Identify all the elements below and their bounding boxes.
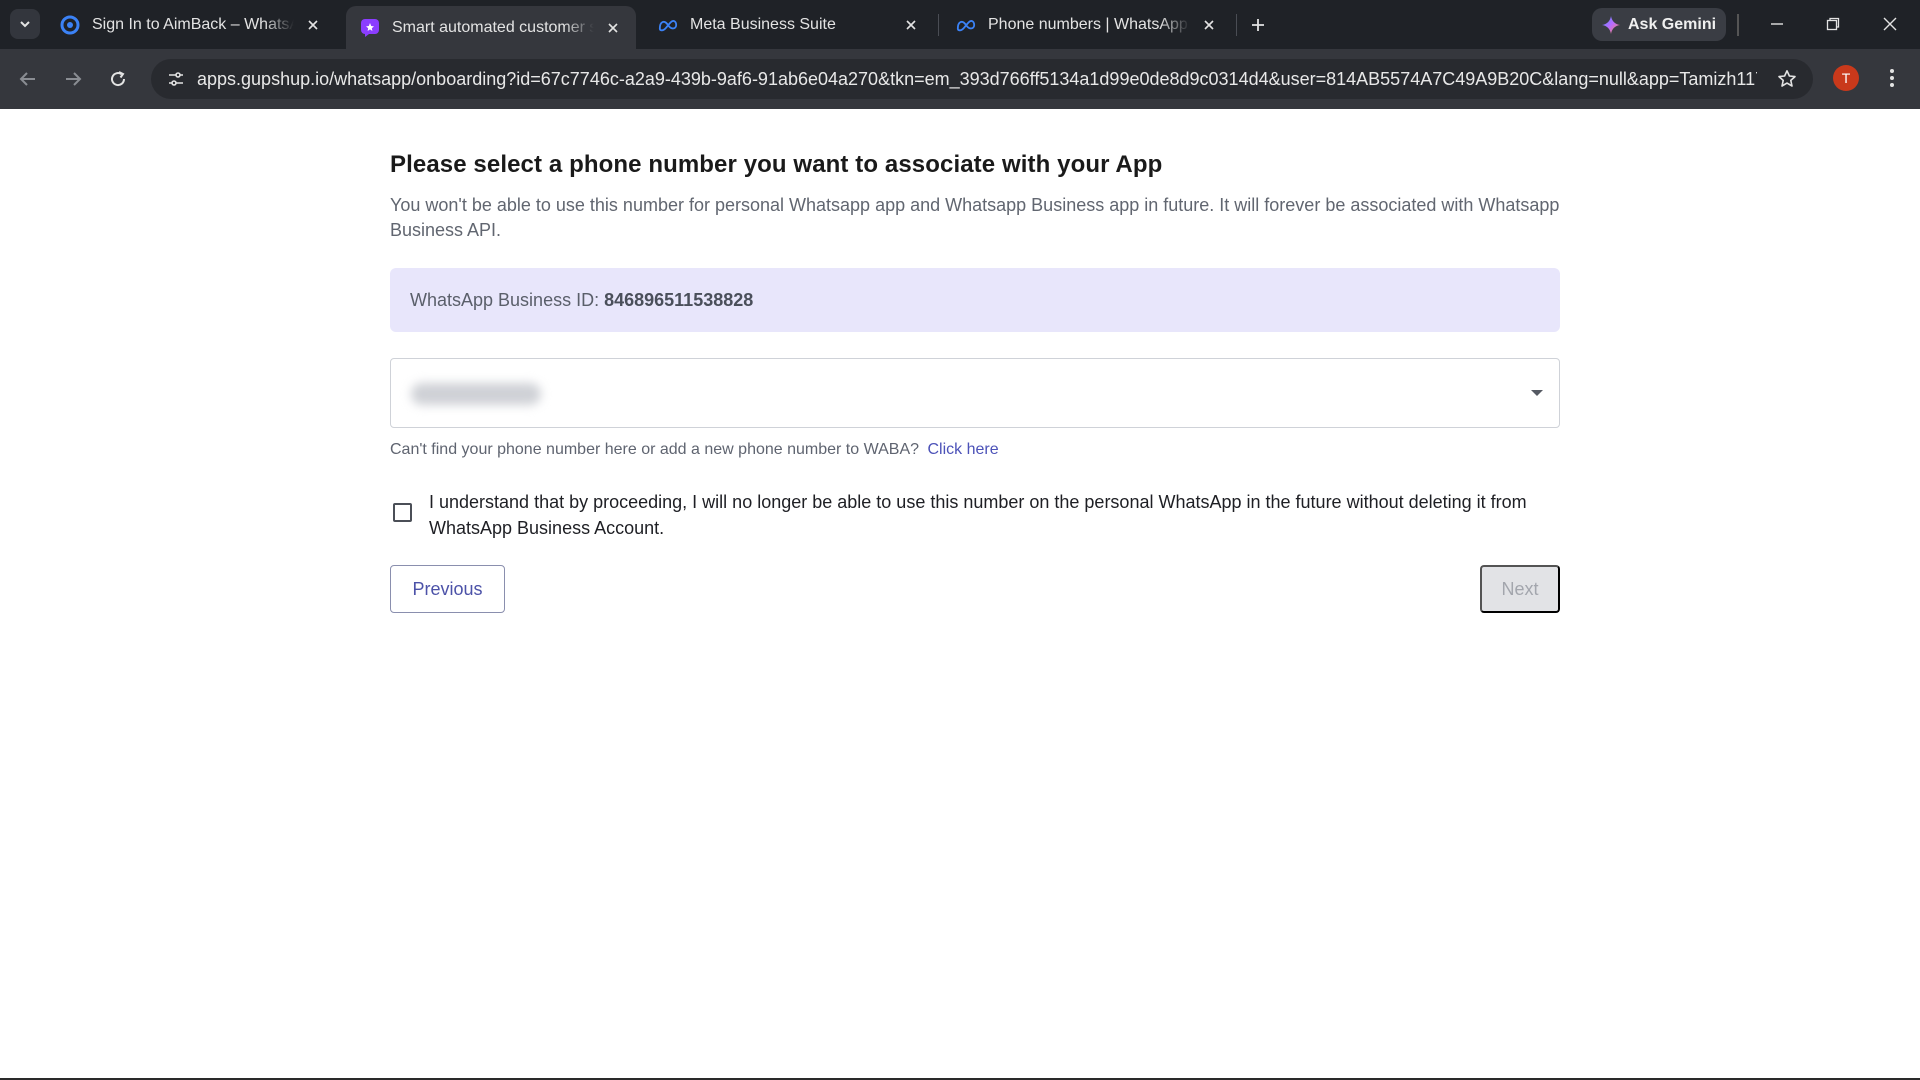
- tab-title: Meta Business Suite: [690, 15, 836, 33]
- profile-avatar[interactable]: T: [1833, 65, 1859, 91]
- reload-icon: [111, 71, 126, 87]
- site-info-button[interactable]: [161, 64, 191, 94]
- previous-button[interactable]: Previous: [390, 565, 505, 613]
- tab-meta-business-suite[interactable]: Meta Business Suite: [644, 6, 934, 43]
- browser-toolbar: apps.gupshup.io/whatsapp/onboarding?id=6…: [0, 49, 1920, 109]
- new-tab-button[interactable]: [1244, 11, 1272, 39]
- bookmark-button[interactable]: [1775, 67, 1799, 91]
- waba-id-value: 846896511538828: [604, 289, 754, 310]
- close-icon[interactable]: [900, 14, 922, 36]
- page-description: You won't be able to use this number for…: [390, 195, 1560, 240]
- window-controls-divider: [1737, 14, 1739, 36]
- close-icon[interactable]: [1198, 14, 1220, 36]
- aimback-icon: [60, 15, 80, 35]
- chevron-down-icon: [20, 21, 30, 28]
- minimize-button[interactable]: [1757, 8, 1797, 40]
- close-window-button[interactable]: [1870, 8, 1910, 40]
- close-icon: [1883, 17, 1897, 31]
- waba-id-label: WhatsApp Business ID:: [410, 289, 600, 310]
- forward-button[interactable]: [58, 64, 88, 94]
- next-button[interactable]: Next: [1480, 565, 1560, 613]
- consent-label: I understand that by proceeding, I will …: [429, 492, 1527, 538]
- reload-button[interactable]: [103, 64, 133, 94]
- tab-aimback[interactable]: Sign In to AimBack – WhatsApp: [46, 6, 336, 43]
- ask-gemini-label: Ask Gemini: [1628, 15, 1717, 33]
- meta-icon: [956, 15, 976, 35]
- consent-checkbox[interactable]: [393, 503, 412, 522]
- tab-smart-support[interactable]: Smart automated customer support: [346, 6, 636, 49]
- meta-icon: [658, 15, 678, 35]
- tab-divider: [1236, 14, 1237, 36]
- add-number-help: Can't find your phone number here or add…: [390, 441, 999, 459]
- arrow-right-icon: [66, 72, 82, 86]
- tab-title: Phone numbers | WhatsApp Manager: [988, 15, 1190, 33]
- gemini-sparkle-icon: [1602, 15, 1620, 34]
- url-text[interactable]: apps.gupshup.io/whatsapp/onboarding?id=6…: [197, 69, 1757, 91]
- browser-menu-button[interactable]: [1878, 64, 1906, 92]
- plus-icon: [1252, 19, 1264, 31]
- ask-gemini-button[interactable]: Ask Gemini: [1592, 8, 1726, 41]
- page-title: Please select a phone number you want to…: [390, 151, 1163, 178]
- close-icon[interactable]: [602, 17, 624, 39]
- tune-icon: [169, 72, 183, 86]
- close-icon[interactable]: [302, 14, 324, 36]
- tab-title: Smart automated customer support: [392, 18, 594, 36]
- help-text: Can't find your phone number here or add…: [390, 441, 920, 458]
- tab-search-button[interactable]: [10, 9, 40, 39]
- waba-id-banner: WhatsApp Business ID: 846896511538828: [390, 268, 1560, 332]
- tab-phone-numbers[interactable]: Phone numbers | WhatsApp Manager: [942, 6, 1232, 43]
- restore-button[interactable]: [1813, 8, 1853, 40]
- star-icon: [1778, 70, 1796, 87]
- more-vertical-icon: [1890, 69, 1894, 87]
- caret-down-icon: [1529, 387, 1545, 399]
- click-here-link[interactable]: Click here: [927, 441, 998, 458]
- tab-title: Sign In to AimBack – WhatsApp: [92, 15, 294, 33]
- tab-divider: [938, 14, 939, 36]
- restore-icon: [1826, 17, 1840, 31]
- back-button[interactable]: [13, 64, 43, 94]
- tab-strip: Sign In to AimBack – WhatsApp Smart auto…: [0, 0, 1920, 49]
- minimize-icon: [1771, 23, 1783, 25]
- address-bar[interactable]: apps.gupshup.io/whatsapp/onboarding?id=6…: [151, 59, 1813, 99]
- phone-number-select[interactable]: [390, 358, 1560, 428]
- chat-app-icon: [360, 18, 380, 38]
- arrow-left-icon: [19, 72, 35, 86]
- selected-phone-number-redacted: [411, 383, 541, 405]
